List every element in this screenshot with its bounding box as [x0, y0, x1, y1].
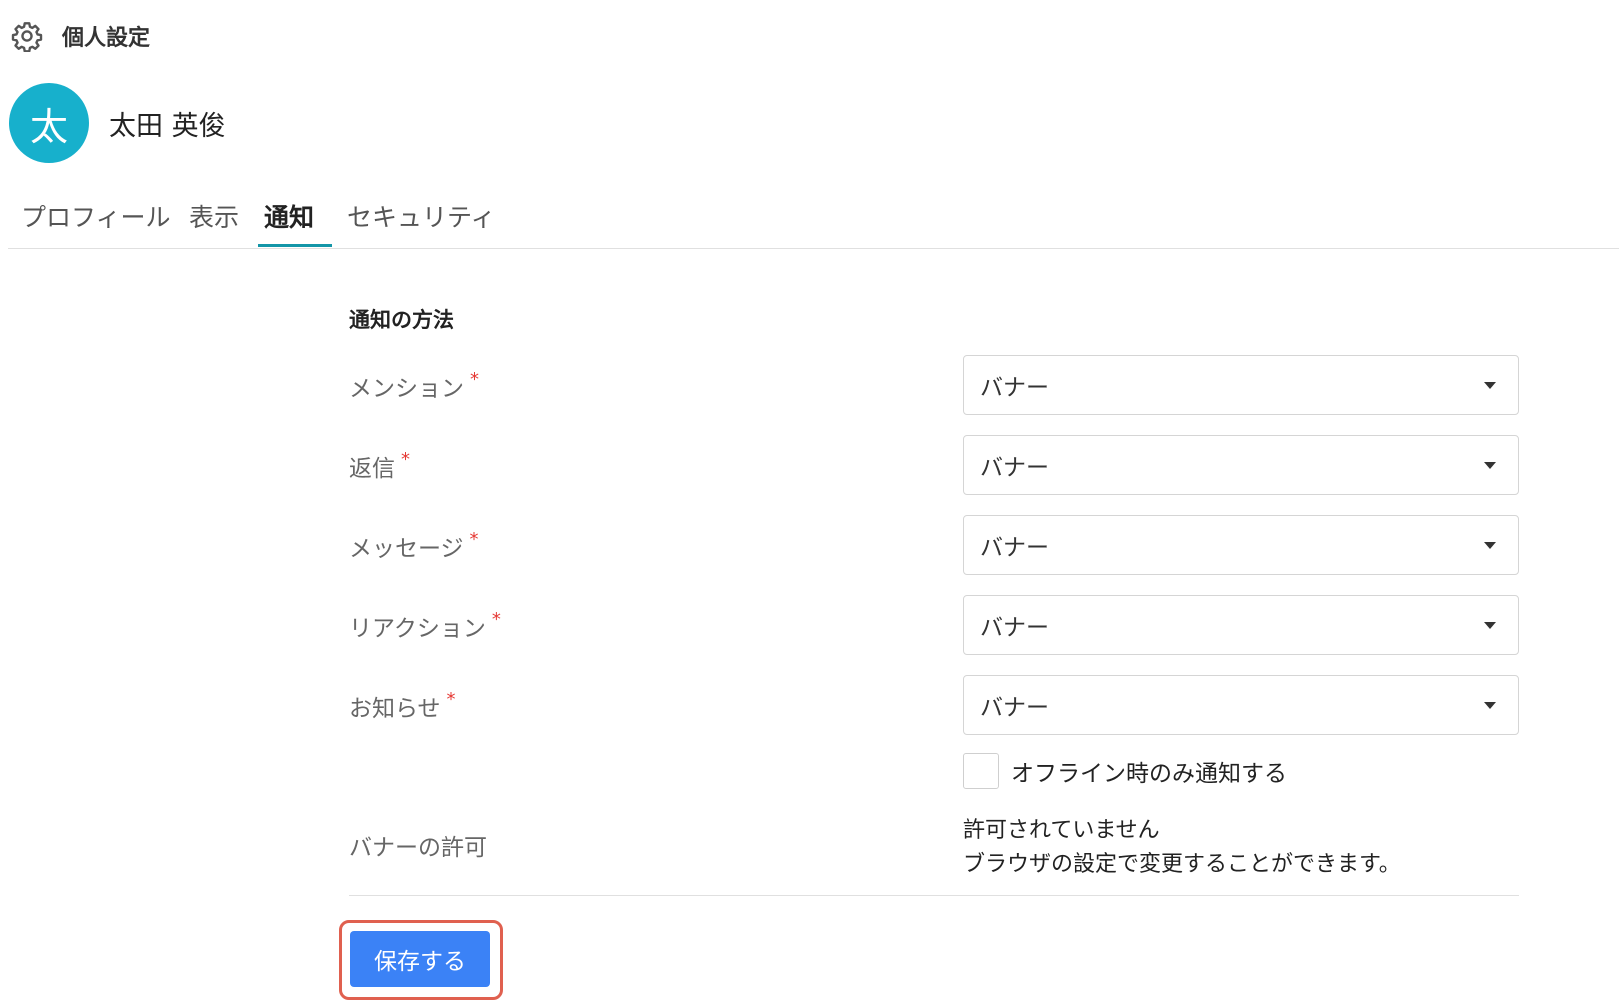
field-label-text: 返信 — [349, 456, 395, 482]
banner-permission-status: 許可されていません — [963, 818, 1160, 843]
caret-down-icon — [1484, 622, 1496, 629]
tab-notifications[interactable]: 通知 — [264, 198, 314, 234]
section-title: 通知の方法 — [349, 308, 454, 332]
reaction-select[interactable]: バナー — [963, 595, 1519, 655]
field-label-message: メッセージ * — [349, 529, 479, 563]
user-info: 太 太田 英俊 — [9, 83, 226, 163]
caret-down-icon — [1484, 702, 1496, 709]
mention-select[interactable]: バナー — [963, 355, 1519, 415]
settings-tabs: プロフィール 表示 通知 セキュリティ — [8, 192, 1619, 249]
save-button[interactable]: 保存する — [350, 931, 490, 987]
field-label-text: メンション — [349, 376, 464, 402]
field-label-reply: 返信 * — [349, 449, 410, 483]
select-value: バナー — [980, 375, 1049, 401]
required-mark: * — [469, 529, 479, 550]
select-value: バナー — [980, 695, 1049, 721]
select-value: バナー — [980, 455, 1049, 481]
active-tab-indicator — [258, 244, 332, 247]
field-label-reaction: リアクション * — [349, 609, 501, 643]
caret-down-icon — [1484, 382, 1496, 389]
avatar: 太 — [9, 83, 89, 163]
tab-profile[interactable]: プロフィール — [21, 198, 171, 234]
field-label-mention: メンション * — [349, 369, 479, 403]
tab-security[interactable]: セキュリティ — [347, 198, 496, 234]
field-label-text: メッセージ — [349, 536, 464, 562]
message-select[interactable]: バナー — [963, 515, 1519, 575]
banner-permission-label: バナーの許可 — [349, 835, 487, 861]
required-mark: * — [491, 609, 501, 630]
offline-only-label: オフライン時のみ通知する — [1011, 761, 1287, 787]
required-mark: * — [470, 369, 479, 390]
gear-icon — [10, 19, 44, 53]
select-value: バナー — [980, 535, 1049, 561]
tab-display[interactable]: 表示 — [189, 198, 239, 234]
page-header: 個人設定 — [10, 19, 150, 53]
caret-down-icon — [1484, 462, 1496, 469]
required-mark: * — [446, 689, 456, 710]
user-name: 太田 英俊 — [109, 110, 226, 142]
caret-down-icon — [1484, 542, 1496, 549]
announcement-select[interactable]: バナー — [963, 675, 1519, 735]
field-label-text: お知らせ — [349, 696, 441, 722]
select-value: バナー — [980, 615, 1049, 641]
banner-permission-hint: ブラウザの設定で変更することができます。 — [963, 852, 1401, 877]
offline-only-option[interactable]: オフライン時のみ通知する — [963, 753, 1287, 789]
field-label-text: リアクション — [349, 616, 486, 642]
page-title: 個人設定 — [62, 26, 151, 51]
required-mark: * — [401, 449, 410, 470]
reply-select[interactable]: バナー — [963, 435, 1519, 495]
offline-only-checkbox[interactable] — [963, 753, 999, 789]
divider — [349, 895, 1519, 896]
field-label-announcement: お知らせ * — [349, 689, 456, 723]
